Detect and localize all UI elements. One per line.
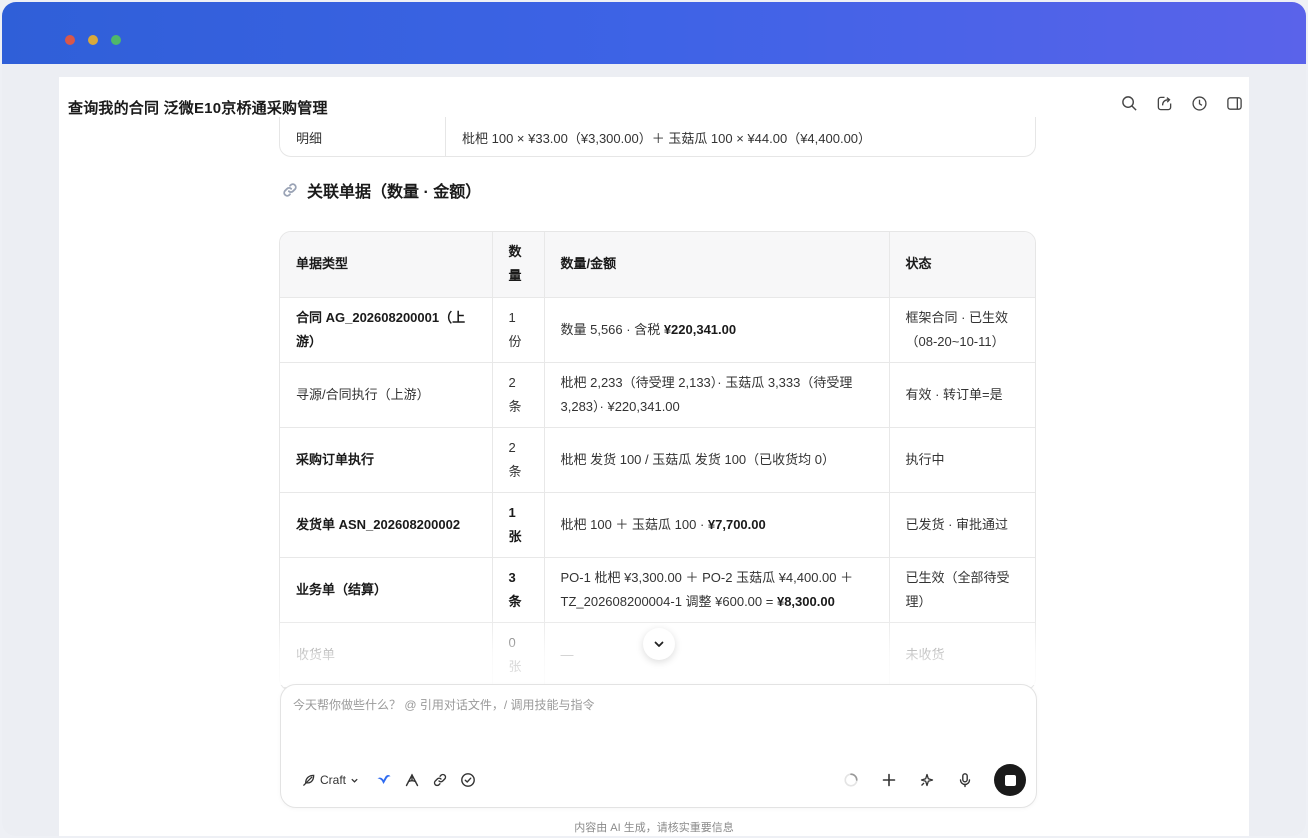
feather-icon: [303, 774, 315, 786]
composer-tools-left: Craft: [301, 771, 477, 789]
link-icon[interactable]: [431, 771, 449, 789]
chevron-down-icon: [654, 641, 664, 647]
detail-divider: [445, 117, 446, 156]
cell-doc-type: 业务单（结算）: [280, 557, 493, 623]
cell-doc-type: 采购订单执行: [280, 427, 493, 493]
title-bar: [2, 2, 1306, 64]
cell-doc-type: 收货单: [280, 622, 493, 688]
microphone-icon[interactable]: [956, 771, 974, 789]
table-row: 合同 AG_202608200001（上游） 1份 数量 5,566 · 含税 …: [280, 297, 1035, 363]
cell-amount: 数量 5,566 · 含税 ¥220,341.00: [544, 297, 890, 363]
cell-status: 已生效（全部待受理）: [889, 557, 1035, 623]
check-circle-icon[interactable]: [459, 771, 477, 789]
cell-status: 执行中: [889, 427, 1035, 493]
table-header-row: 单据类型 数量 数量/金额 状态: [280, 232, 1035, 298]
loading-spinner-icon: [842, 771, 860, 789]
stop-generation-button[interactable]: [994, 764, 1026, 796]
sidebar-toggle-icon[interactable]: [1225, 94, 1243, 112]
search-icon[interactable]: [1120, 94, 1138, 112]
cell-doc-type: 寻源/合同执行（上游）: [280, 362, 493, 428]
cell-amount: PO-1 枇杷 ¥3,300.00 ＋ PO-2 玉菇瓜 ¥4,400.00 ＋…: [544, 557, 890, 623]
header-count: 数量: [492, 232, 545, 298]
cell-amount-text: 枇杷 100 ＋ 玉菇瓜 100 ·: [560, 516, 708, 532]
cell-amount-emphasis: ¥7,700.00: [707, 516, 766, 532]
message-composer: Craft: [280, 684, 1037, 808]
cell-amount-emphasis: ¥220,341.00: [663, 321, 737, 337]
history-icon[interactable]: [1190, 94, 1208, 112]
composer-tools-right: [842, 764, 1026, 796]
link-icon: [281, 181, 299, 199]
cell-amount: 枇杷 2,233（待受理 2,133）· 玉菇瓜 3,333（待受理 3,283…: [544, 362, 890, 428]
header-amount: 数量/金额: [544, 232, 890, 298]
cell-amount: 枇杷 发货 100 / 玉菇瓜 发货 100（已收货均 0）: [544, 427, 890, 493]
minimize-window-button[interactable]: [88, 35, 98, 45]
header-doc-type: 单据类型: [280, 232, 493, 298]
share-icon[interactable]: [1155, 94, 1173, 112]
close-window-button[interactable]: [65, 35, 75, 45]
table-row: 业务单（结算） 3条 PO-1 枇杷 ¥3,300.00 ＋ PO-2 玉菇瓜 …: [280, 557, 1035, 623]
table-row: 采购订单执行 2条 枇杷 发货 100 / 玉菇瓜 发货 100（已收货均 0）…: [280, 427, 1035, 493]
cell-amount-emphasis: ¥8,300.00: [776, 593, 835, 609]
plus-icon[interactable]: [880, 771, 898, 789]
chevron-down-icon: [351, 778, 358, 783]
section-title: 关联单据（数量 · 金额）: [307, 184, 482, 201]
table-row: 发货单 ASN_202608200002 1张 枇杷 100 ＋ 玉菇瓜 100…: [280, 492, 1035, 558]
header-status: 状态: [889, 232, 1035, 298]
ai-disclaimer: 内容由 AI 生成，请核实重要信息: [574, 822, 734, 834]
cell-count: 1张: [492, 492, 545, 558]
cell-count: 2条: [492, 427, 545, 493]
maximize-window-button[interactable]: [111, 35, 121, 45]
pen-tool-icon[interactable]: [403, 771, 421, 789]
chat-app: 查询我的合同 泛微E10京桥通采购管理 明细 枇杷 100 × ¥33.00（¥…: [59, 77, 1249, 836]
scroll-to-bottom-button[interactable]: [643, 628, 675, 660]
brand-logo-icon[interactable]: [375, 771, 393, 789]
page-title: 查询我的合同 泛微E10京桥通采购管理: [68, 100, 328, 117]
cell-status: 有效 · 转订单=是: [889, 362, 1035, 428]
cell-count: 0张: [492, 622, 545, 688]
cell-status: 未收货: [889, 622, 1035, 688]
cell-status: 框架合同 · 已生效（08-20~10-11）: [889, 297, 1035, 363]
mode-label: Craft: [320, 773, 347, 787]
cell-doc-type: 合同 AG_202608200001（上游）: [280, 297, 493, 363]
related-docs-table: 单据类型 数量 数量/金额 状态 合同 AG_202608200001（上游） …: [279, 231, 1036, 691]
sparkle-icon[interactable]: [918, 771, 936, 789]
app-window: 查询我的合同 泛微E10京桥通采购管理 明细 枇杷 100 × ¥33.00（¥…: [2, 2, 1306, 836]
cell-status: 已发货 · 审批通过: [889, 492, 1035, 558]
stop-icon: [1004, 774, 1016, 786]
section-heading: 关联单据（数量 · 金额）: [281, 178, 481, 202]
mode-selector[interactable]: Craft: [301, 773, 359, 788]
cell-amount: 枇杷 100 ＋ 玉菇瓜 100 · ¥7,700.00: [544, 492, 890, 558]
detail-value: 枇杷 100 × ¥33.00（¥3,300.00）＋ 玉菇瓜 100 × ¥4…: [462, 131, 872, 146]
message-input[interactable]: [293, 698, 1013, 712]
table-row: 寻源/合同执行（上游） 2条 枇杷 2,233（待受理 2,133）· 玉菇瓜 …: [280, 362, 1035, 428]
header-toolbar: [1120, 94, 1243, 112]
cell-amount: —: [544, 622, 890, 688]
detail-card: 明细 枇杷 100 × ¥33.00（¥3,300.00）＋ 玉菇瓜 100 ×…: [279, 117, 1036, 157]
cell-amount-text: 数量 5,566 · 含税: [560, 321, 664, 337]
cell-count: 2条: [492, 362, 545, 428]
detail-label: 明细: [296, 131, 323, 146]
cell-count: 1份: [492, 297, 545, 363]
cell-doc-type: 发货单 ASN_202608200002: [280, 492, 493, 558]
cell-count: 3条: [492, 557, 545, 623]
